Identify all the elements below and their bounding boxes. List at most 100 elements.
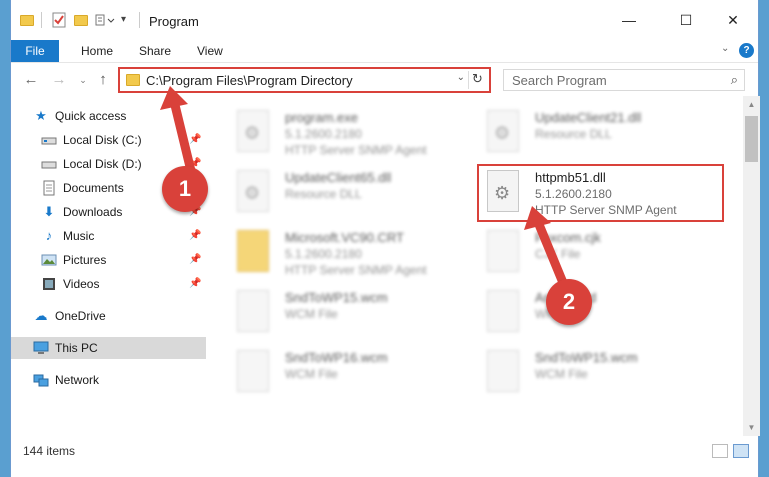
navigation-pane: ★ Quick access Local Disk (C:) 📌 Local D… <box>11 96 206 436</box>
file-icon <box>487 350 519 392</box>
scroll-thumb[interactable] <box>745 116 758 162</box>
properties-icon[interactable] <box>51 12 67 28</box>
item-count: 144 items <box>23 444 76 458</box>
file-version: 5.1.2600.2180 <box>285 127 362 141</box>
file-name: UpdateClient65.dll <box>285 170 392 185</box>
file-version: 5.1.2600.2180 <box>285 247 362 261</box>
window-title: Program <box>149 14 199 29</box>
tab-home[interactable]: Home <box>69 40 125 62</box>
large-icons-view-icon[interactable] <box>733 444 749 458</box>
file-description: HTTP Server SNMP Agent <box>285 263 427 277</box>
maximize-button[interactable]: ☐ <box>666 8 706 32</box>
drive-icon <box>41 132 57 148</box>
up-arrow-icon[interactable]: ↑ <box>93 70 113 90</box>
file-item[interactable]: SndToWP15.wcm WCM File <box>477 344 727 400</box>
file-icon <box>487 230 519 272</box>
help-icon[interactable]: ? <box>739 43 754 58</box>
search-input[interactable]: Search Program ⌕ <box>503 69 745 91</box>
sidebar-item-label: Local Disk (D:) <box>63 157 142 171</box>
folder-icon[interactable] <box>19 12 35 28</box>
customize-toolbar-icon[interactable] <box>95 12 117 28</box>
file-item[interactable]: SndToWP16.wcm WCM File <box>227 344 477 400</box>
network-icon <box>33 372 49 388</box>
dropdown-arrow-icon[interactable]: ▾ <box>121 12 137 28</box>
sidebar-item-label: Pictures <box>63 253 107 267</box>
tab-view[interactable]: View <box>185 40 235 62</box>
file-name: program.exe <box>285 110 358 125</box>
sidebar-item-local-disk-c[interactable]: Local Disk (C:) 📌 <box>11 129 206 151</box>
forward-arrow-icon[interactable]: → <box>49 70 69 90</box>
sidebar-item-music[interactable]: ♪ Music 📌 <box>11 225 206 247</box>
address-bar[interactable]: C:\Program Files\Program Directory ⌄ ↻ <box>118 67 491 93</box>
file-description: HTTP Server SNMP Agent <box>285 143 427 157</box>
tab-share[interactable]: Share <box>127 40 183 62</box>
tab-file[interactable]: File <box>11 40 59 62</box>
file-item[interactable]: ⚙ UpdateClient65.dll Resource DLL <box>227 164 477 220</box>
sidebar-item-label: OneDrive <box>55 309 106 323</box>
dll-file-icon: ⚙ <box>237 170 269 212</box>
file-type: WCM File <box>285 367 338 381</box>
drive-icon <box>41 156 57 172</box>
pictures-icon <box>41 252 57 268</box>
scroll-up-icon[interactable]: ▲ <box>743 96 760 113</box>
vertical-scrollbar[interactable]: ▲ ▼ <box>743 96 760 436</box>
sidebar-item-label: This PC <box>55 341 98 355</box>
sidebar-item-network[interactable]: Network <box>11 369 206 391</box>
close-button[interactable]: ✕ <box>713 8 753 32</box>
search-icon: ⌕ <box>730 72 738 87</box>
pin-icon[interactable]: 📌 <box>189 225 201 247</box>
file-type: CJK File <box>535 247 581 261</box>
pin-icon[interactable]: 📌 <box>189 129 201 151</box>
sidebar-item-this-pc[interactable]: This PC <box>11 337 206 359</box>
file-icon <box>487 290 519 332</box>
expand-ribbon-icon[interactable]: ⌄ <box>721 43 729 54</box>
music-icon: ♪ <box>45 228 53 243</box>
pc-icon <box>33 340 49 356</box>
sidebar-item-label: Quick access <box>55 109 127 123</box>
folder-icon <box>237 230 269 272</box>
file-item[interactable]: ⚙ UpdateClient21.dll Resource DLL <box>477 104 727 160</box>
file-item[interactable]: ⚙ program.exe 5.1.2600.2180 HTTP Server … <box>227 104 477 160</box>
file-name: UpdateClient21.dll <box>535 110 642 125</box>
file-item[interactable]: Faxcom.cjk CJK File <box>477 224 727 280</box>
sidebar-item-label: Documents <box>63 181 124 195</box>
sidebar-item-quick-access[interactable]: ★ Quick access <box>11 105 206 127</box>
sidebar-item-label: Downloads <box>63 205 123 219</box>
file-type: WCM File <box>535 367 588 381</box>
address-row: ← → ⌄ ↑ C:\Program Files\Program Directo… <box>11 62 758 96</box>
minimize-button[interactable]: — <box>609 8 649 32</box>
sidebar-item-pictures[interactable]: Pictures 📌 <box>11 249 206 271</box>
status-bar: 144 items <box>11 436 758 477</box>
sidebar-item-label: Videos <box>63 277 100 291</box>
dll-file-icon: ⚙ <box>487 110 519 152</box>
scroll-down-icon[interactable]: ▼ <box>743 419 760 436</box>
documents-icon <box>41 180 57 196</box>
sidebar-item-videos[interactable]: Videos 📌 <box>11 273 206 295</box>
file-name: SndToWP15.wcm <box>285 290 388 305</box>
file-type: Resource DLL <box>285 187 362 201</box>
details-view-icon[interactable] <box>712 444 728 458</box>
recent-locations-icon[interactable]: ⌄ <box>73 70 93 90</box>
back-arrow-icon[interactable]: ← <box>21 70 41 90</box>
explorer-window: ▾ Program — ☐ ✕ File Home Share View ⌄ ?… <box>10 0 760 477</box>
file-name: SndToWP16.wcm <box>285 350 388 365</box>
file-item[interactable]: Microsoft.VC90.CRT 5.1.2600.2180 HTTP Se… <box>227 224 477 280</box>
pin-icon[interactable]: 📌 <box>189 273 201 295</box>
file-name: SndToWP15.wcm <box>535 350 638 365</box>
chevron-down-icon[interactable]: ⌄ <box>457 72 465 83</box>
sidebar-item-onedrive[interactable]: ☁ OneDrive <box>11 305 206 327</box>
step-1-badge: 1 <box>162 166 208 212</box>
sidebar-item-label: Local Disk (C:) <box>63 133 142 147</box>
refresh-icon[interactable]: ↻ <box>468 71 486 89</box>
star-icon: ★ <box>35 108 47 123</box>
cloud-icon: ☁ <box>34 308 48 323</box>
file-item[interactable]: Arabic.wrd WRD File <box>477 284 727 340</box>
file-item[interactable]: SndToWP15.wcm WCM File <box>227 284 477 340</box>
address-path[interactable]: C:\Program Files\Program Directory <box>146 73 353 88</box>
download-icon: ⬇ <box>43 204 55 219</box>
file-name: Microsoft.VC90.CRT <box>285 230 404 245</box>
file-icon <box>237 350 269 392</box>
pin-icon[interactable]: 📌 <box>189 249 201 271</box>
new-folder-icon[interactable] <box>73 12 89 28</box>
ribbon-tabs: File Home Share View ⌄ ? <box>11 40 758 62</box>
